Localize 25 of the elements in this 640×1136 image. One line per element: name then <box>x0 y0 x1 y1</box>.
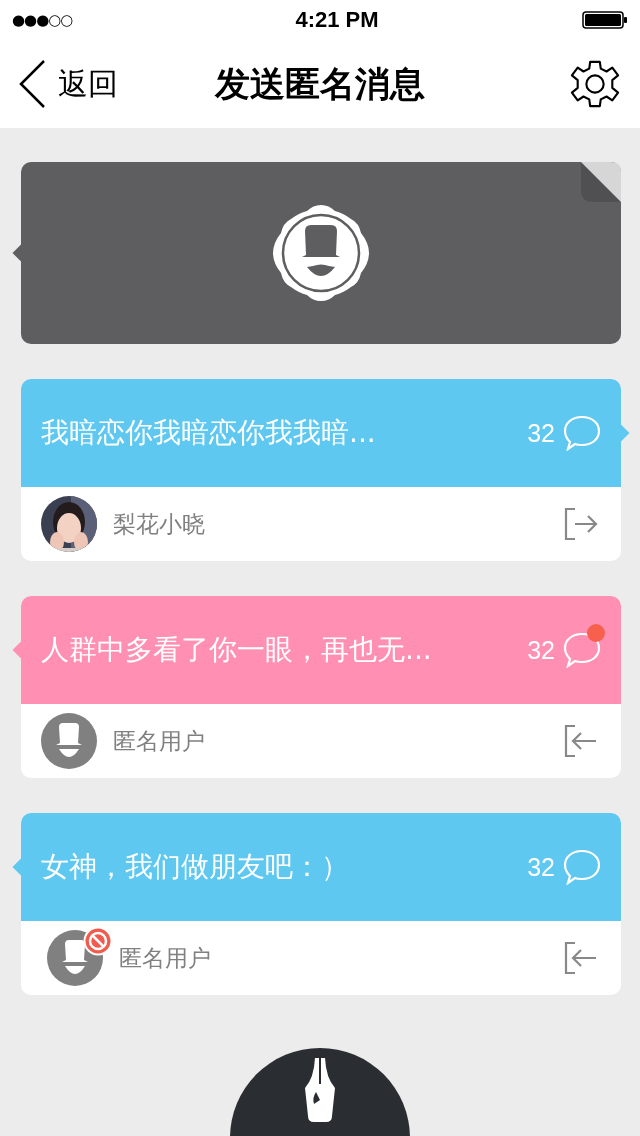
comment-icon[interactable] <box>563 849 601 885</box>
comment-icon[interactable] <box>563 415 601 451</box>
chevron-left-icon <box>18 59 46 109</box>
message-text: 我暗恋你我暗恋你我我暗... <box>41 415 377 451</box>
author-name: 匿名用户 <box>113 726 206 756</box>
pen-nib-icon <box>302 1058 338 1124</box>
page-fold-icon <box>581 162 621 202</box>
sign-in-icon[interactable] <box>563 723 599 759</box>
comment-icon[interactable] <box>563 632 601 668</box>
comment-count: 32 <box>527 852 555 882</box>
author-name: 梨花小晓 <box>113 509 206 539</box>
comment-count: 32 <box>527 635 555 665</box>
status-time: 4:21 PM <box>295 7 379 33</box>
comment-count: 32 <box>527 418 555 448</box>
top-hat-badge-icon <box>271 203 371 303</box>
settings-icon[interactable] <box>570 58 620 110</box>
page-title: 发送匿名消息 <box>215 62 425 106</box>
sign-out-icon[interactable] <box>563 506 599 542</box>
back-button[interactable]: 返回 <box>18 59 118 109</box>
battery-icon <box>582 11 628 29</box>
sign-in-icon[interactable] <box>563 940 599 976</box>
author-name: 匿名用户 <box>119 943 212 973</box>
message-text: 人群中多看了你一眼，再也无... <box>41 632 433 668</box>
message-text: 女神，我们做朋友吧：） <box>41 849 350 885</box>
signal-strength: ●●●○○ <box>12 11 74 29</box>
